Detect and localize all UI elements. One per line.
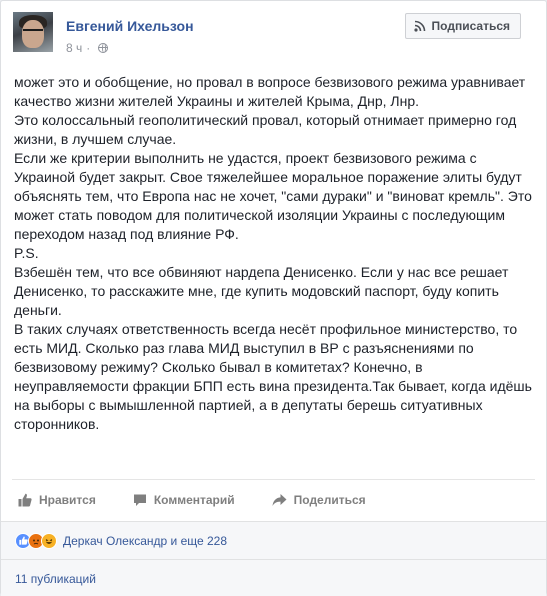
reactions-bar[interactable]: Деркач Олександр и еще 228 (1, 521, 546, 559)
globe-icon (98, 43, 109, 53)
post-time[interactable]: 8 ч (66, 41, 82, 55)
author-avatar[interactable] (13, 12, 53, 52)
comment-button[interactable]: Комментарий (133, 493, 235, 507)
post-paragraph: P.S. (14, 245, 39, 261)
post-paragraph: В таких случаях ответственность всегда н… (14, 321, 532, 432)
post-paragraph: может это и обобщение, но провал в вопро… (14, 74, 526, 109)
comment-label: Комментарий (153, 492, 235, 507)
post-body: может это и обобщение, но провал в вопро… (14, 73, 534, 434)
post-header: Евгений Ихельзон 8 ч · Подписаться (1, 1, 546, 73)
shares-count[interactable]: 11 публикаций (1, 559, 546, 596)
shares-label[interactable]: 11 публикаций (15, 572, 96, 586)
like-label: Нравится (39, 492, 96, 507)
comment-icon (133, 494, 146, 506)
post-card: Евгений Ихельзон 8 ч · Подписаться может… (0, 0, 547, 596)
share-label: Поделиться (293, 492, 366, 507)
post-paragraph: Это колоссальный геополитический провал,… (14, 112, 517, 147)
like-button[interactable]: Нравится (18, 493, 96, 507)
avatar-glasses (23, 29, 43, 34)
post-actions-bar: Нравится Комментарий Поделиться (12, 479, 535, 519)
meta-separator: · (86, 41, 91, 55)
post-meta: 8 ч · (66, 41, 109, 55)
follow-label: Подписаться (431, 19, 510, 33)
post-paragraph: Взбешён тем, что все обвиняют нардепа Де… (14, 264, 509, 318)
reactions-summary[interactable]: Деркач Олександр и еще 228 (63, 534, 227, 548)
follow-button[interactable]: Подписаться (404, 13, 521, 39)
avatar-face (22, 20, 44, 48)
reaction-icons (15, 532, 57, 549)
share-button[interactable]: Поделиться (272, 493, 366, 507)
rss-icon (413, 20, 425, 32)
post-paragraph: Если же критерии выполнить не удастся, п… (14, 150, 532, 242)
share-arrow-icon (272, 493, 287, 506)
thumbs-up-icon (18, 493, 32, 506)
haha-reaction-icon (41, 532, 57, 549)
author-name[interactable]: Евгений Ихельзон (66, 18, 194, 34)
